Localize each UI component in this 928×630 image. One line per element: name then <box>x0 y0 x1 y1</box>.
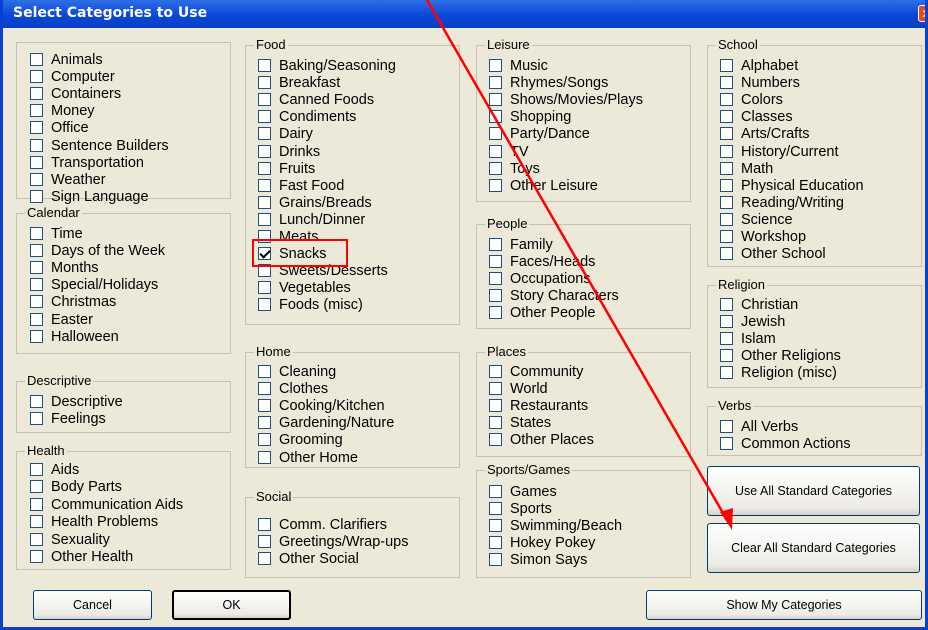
annotation-arrow <box>425 0 733 530</box>
select-categories-dialog: Select Categories to Use ✕ Calendar Desc… <box>0 0 928 630</box>
arrow-line <box>425 0 729 521</box>
